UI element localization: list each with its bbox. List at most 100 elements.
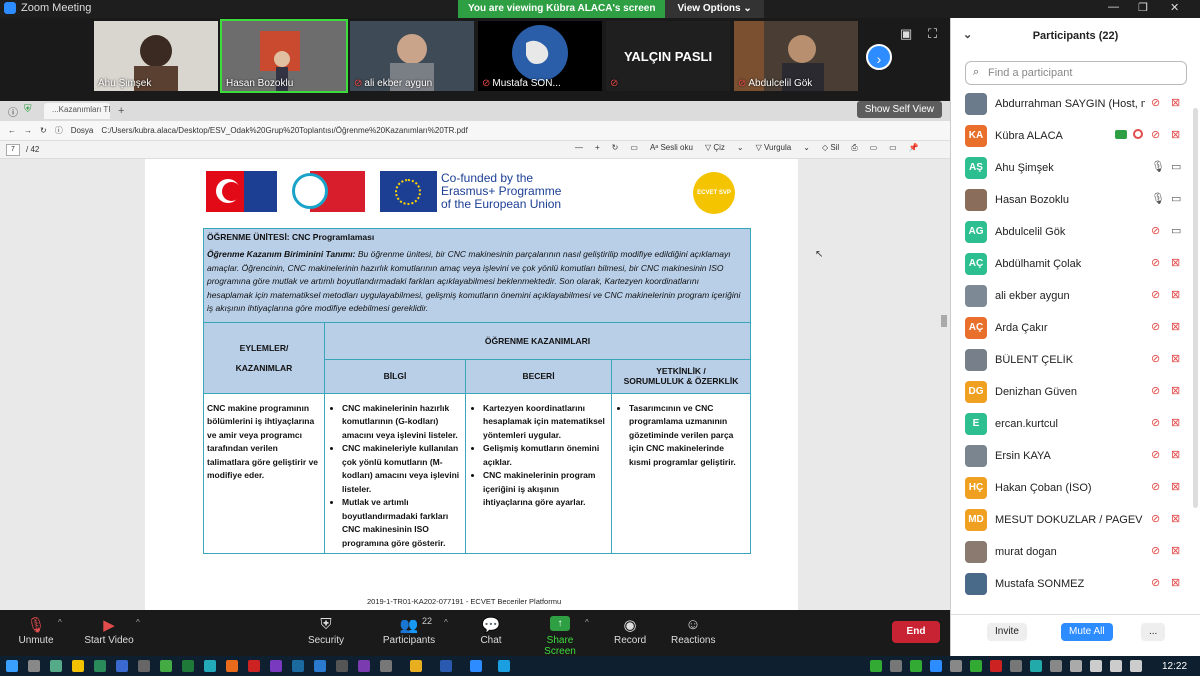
- tray-icon[interactable]: [1010, 660, 1022, 672]
- zoom-in-icon[interactable]: +: [595, 143, 600, 153]
- zoom-taskbar-icon[interactable]: [470, 660, 482, 672]
- print-icon[interactable]: ⎙: [851, 143, 857, 153]
- refresh-icon[interactable]: ↻: [40, 126, 47, 135]
- search-icon[interactable]: [28, 660, 40, 672]
- tray-icon[interactable]: [1050, 660, 1062, 672]
- mic-on-icon[interactable]: 🎙: [1151, 160, 1165, 173]
- panel-scrollbar[interactable]: [1193, 108, 1198, 508]
- camera-off-icon[interactable]: ⊠: [1171, 288, 1180, 301]
- participant-row[interactable]: KA Kübra ALACA ⊘ ⊠: [951, 120, 1200, 152]
- participant-row[interactable]: Mustafa SONMEZ ⊘ ⊠: [951, 568, 1200, 600]
- participant-row[interactable]: MD MESUT DOKUZLAR / PAGEV Plast... ⊘ ⊠: [951, 504, 1200, 536]
- camera-on-icon[interactable]: ▭: [1171, 224, 1181, 237]
- tray-icon[interactable]: [870, 660, 882, 672]
- app-icon[interactable]: [138, 660, 150, 672]
- mic-off-icon[interactable]: ⊘: [1151, 480, 1160, 493]
- back-icon[interactable]: ←: [8, 126, 16, 135]
- draw-dropdown-icon[interactable]: ⌄: [737, 143, 744, 153]
- fullscreen-icon[interactable]: ⛶: [928, 26, 937, 42]
- excel-icon[interactable]: [182, 660, 194, 672]
- participant-row[interactable]: AÇ Abdülhamit Çolak ⊘ ⊠: [951, 248, 1200, 280]
- tray-icon[interactable]: [970, 660, 982, 672]
- participant-row[interactable]: HÇ Hakan Çoban (İSO) ⊘ ⊠: [951, 472, 1200, 504]
- visual-studio-icon[interactable]: [358, 660, 370, 672]
- camera-off-icon[interactable]: ⊠: [1171, 352, 1180, 365]
- skype-icon[interactable]: [498, 660, 510, 672]
- participants-button[interactable]: 👥 22 Participants ^: [380, 616, 448, 646]
- participant-row[interactable]: AÇ Arda Çakır ⊘ ⊠: [951, 312, 1200, 344]
- camera-off-icon[interactable]: ⊠: [1171, 448, 1180, 461]
- more-options-button[interactable]: ...: [1141, 623, 1166, 641]
- participant-row[interactable]: Ersin KAYA ⊘ ⊠: [951, 440, 1200, 472]
- mic-off-icon[interactable]: ⊘: [1151, 576, 1160, 589]
- show-self-view-button[interactable]: Show Self View: [856, 101, 942, 118]
- draw-button[interactable]: ▽ Çiz: [705, 143, 725, 153]
- tray-icon[interactable]: [890, 660, 902, 672]
- mic-off-icon[interactable]: ⊘: [1151, 128, 1160, 141]
- end-meeting-button[interactable]: End: [892, 621, 940, 643]
- highlight-button[interactable]: ▽ Vurgula: [756, 143, 792, 153]
- camera-off-icon[interactable]: ⊠: [1171, 576, 1180, 589]
- app-icon[interactable]: [160, 660, 172, 672]
- camera-off-icon[interactable]: ⊠: [1171, 96, 1180, 109]
- shield-icon[interactable]: ⛨: [24, 104, 32, 115]
- task-view-icon[interactable]: [50, 660, 62, 672]
- video-tile[interactable]: ⊘ ali ekber aygun: [350, 21, 474, 91]
- participant-row[interactable]: AŞ Ahu Şimşek 🎙 ▭: [951, 152, 1200, 184]
- mic-off-icon[interactable]: ⊘: [1151, 352, 1160, 365]
- app-icon[interactable]: [336, 660, 348, 672]
- camera-off-icon[interactable]: ⊠: [1171, 544, 1180, 557]
- chat-button[interactable]: 💬 Chat: [478, 616, 504, 646]
- camera-off-icon[interactable]: ⊠: [1171, 256, 1180, 269]
- pin-icon[interactable]: 📌: [909, 143, 919, 153]
- new-tab-icon[interactable]: +: [118, 105, 124, 117]
- reactions-button[interactable]: ☺ Reactions: [671, 616, 715, 646]
- security-button[interactable]: ⛨ Security: [306, 616, 346, 646]
- close-button[interactable]: ✕: [1170, 1, 1179, 14]
- video-tile-active[interactable]: Hasan Bozoklu: [220, 19, 348, 93]
- file-explorer-icon[interactable]: [72, 660, 84, 672]
- minimize-button[interactable]: —: [1108, 1, 1119, 13]
- pdf-scrollbar[interactable]: [941, 315, 947, 327]
- participant-row[interactable]: Hasan Bozoklu 🎙 ▭: [951, 184, 1200, 216]
- camera-off-icon[interactable]: ⊠: [1171, 384, 1180, 397]
- participant-row[interactable]: murat dogan ⊘ ⊠: [951, 536, 1200, 568]
- mic-off-icon[interactable]: ⊘: [1151, 448, 1160, 461]
- participant-row[interactable]: Abdurrahman SAYGIN (Host, me) ⊘ ⊠: [951, 88, 1200, 120]
- read-aloud-button[interactable]: Aᵃ Sesli oku: [650, 143, 693, 153]
- camera-on-icon[interactable]: ▭: [1171, 160, 1181, 173]
- participant-row[interactable]: DG Denizhan Güven ⊘ ⊠: [951, 376, 1200, 408]
- tray-icon[interactable]: [1070, 660, 1082, 672]
- save-icon[interactable]: ▭: [870, 143, 878, 153]
- edge-icon[interactable]: [314, 660, 326, 672]
- tray-icon[interactable]: [950, 660, 962, 672]
- participants-options-icon[interactable]: ^: [444, 618, 448, 627]
- camera-off-icon[interactable]: ⊠: [1171, 320, 1180, 333]
- network-icon[interactable]: [1090, 660, 1102, 672]
- info-icon[interactable]: ⓘ: [8, 104, 18, 119]
- app-icon[interactable]: [292, 660, 304, 672]
- address-url[interactable]: C:/Users/kubra.alaca/Desktop/ESV_Odak%20…: [101, 126, 467, 135]
- video-tile[interactable]: ⊘ Mustafa SON...: [478, 21, 602, 91]
- mic-off-icon[interactable]: ⊘: [1151, 384, 1160, 397]
- next-page-button[interactable]: ›: [866, 44, 892, 70]
- save-as-icon[interactable]: ▭: [889, 143, 897, 153]
- page-number-input[interactable]: 7: [6, 143, 20, 156]
- tray-icon[interactable]: [930, 660, 942, 672]
- app-icon[interactable]: [204, 660, 216, 672]
- audio-options-icon[interactable]: ^: [58, 618, 62, 627]
- participant-search-input[interactable]: ⌕ Find a participant: [965, 61, 1187, 85]
- mic-off-icon[interactable]: ⊘: [1151, 224, 1160, 237]
- video-tile[interactable]: ⊘ Abdulcelil Gök: [734, 21, 858, 91]
- participant-row[interactable]: ali ekber aygun ⊘ ⊠: [951, 280, 1200, 312]
- camera-off-icon[interactable]: ⊠: [1171, 416, 1180, 429]
- tray-icon[interactable]: [990, 660, 1002, 672]
- chrome-icon[interactable]: [410, 660, 422, 672]
- video-options-icon[interactable]: ^: [136, 618, 140, 627]
- app-icon[interactable]: [116, 660, 128, 672]
- forward-icon[interactable]: →: [24, 126, 32, 135]
- highlight-dropdown-icon[interactable]: ⌄: [803, 143, 810, 153]
- record-button[interactable]: ◉ Record: [614, 616, 646, 646]
- camera-on-icon[interactable]: ▭: [1171, 192, 1181, 205]
- mic-off-icon[interactable]: ⊘: [1151, 416, 1160, 429]
